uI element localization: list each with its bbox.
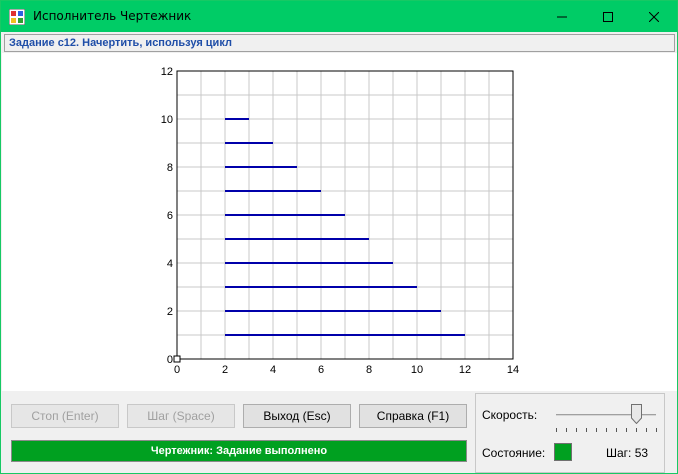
y-tick-label: 12: [161, 66, 173, 78]
slider-tick: [556, 428, 557, 432]
minimize-button[interactable]: [539, 1, 585, 32]
x-tick-label: 14: [507, 364, 519, 376]
state-indicator: [554, 443, 572, 461]
slider-tick: [656, 428, 657, 432]
maximize-icon: [603, 11, 613, 22]
slider-tick: [576, 428, 577, 432]
x-tick-label: 10: [411, 364, 423, 376]
x-tick-label: 12: [459, 364, 471, 376]
slider-tick: [626, 428, 627, 432]
minimize-icon: [557, 16, 567, 17]
close-button[interactable]: [631, 1, 677, 32]
window-title: Исполнитель Чертежник: [33, 9, 192, 23]
app-window: Исполнитель Чертежник Задание с12. Начер…: [0, 0, 678, 474]
stop-button[interactable]: Стоп (Enter): [11, 404, 119, 428]
task-description: Задание с12. Начертить, используя цикл: [4, 34, 675, 52]
slider-tick: [636, 428, 637, 432]
x-tick-label: 6: [318, 364, 324, 376]
y-tick-label: 4: [167, 258, 173, 270]
x-tick-label: 4: [270, 364, 276, 376]
control-panel: Стоп (Enter) Шаг (Space) Выход (Esc) Спр…: [1, 391, 677, 473]
slider-tick: [646, 428, 647, 432]
y-tick-label: 0: [167, 354, 173, 366]
y-tick-label: 8: [167, 162, 173, 174]
step-counter: Шаг: 53: [606, 446, 649, 460]
x-tick-label: 2: [222, 364, 228, 376]
help-button[interactable]: Справка (F1): [359, 404, 467, 428]
state-label: Состояние:: [482, 446, 546, 460]
speed-slider-thumb[interactable]: [631, 404, 642, 424]
slider-tick: [566, 428, 567, 432]
title-bar[interactable]: Исполнитель Чертежник: [1, 1, 677, 32]
pen-marker: [173, 355, 181, 363]
slider-tick: [616, 428, 617, 432]
y-tick-label: 10: [161, 114, 173, 126]
step-button[interactable]: Шаг (Space): [127, 404, 235, 428]
status-message: Чертежник: Задание выполнено: [11, 440, 467, 462]
x-tick-label: 8: [366, 364, 372, 376]
slider-tick: [596, 428, 597, 432]
y-tick-label: 6: [167, 210, 173, 222]
speed-label: Скорость:: [482, 408, 538, 422]
slider-tick: [606, 428, 607, 432]
drawing-grid: 0 2 4 6 8 10 12 14 0 2 4 6 8 10 12: [161, 66, 519, 376]
slider-tick: [586, 428, 587, 432]
x-tick-label: 0: [174, 364, 180, 376]
drawing-canvas: 0 2 4 6 8 10 12 14 0 2 4 6 8 10 12: [2, 53, 677, 391]
settings-group: Скорость: Состояние: Шаг: 53: [475, 393, 665, 473]
y-tick-label: 2: [167, 306, 173, 318]
app-icon: [9, 9, 25, 25]
maximize-button[interactable]: [585, 1, 631, 32]
close-icon: [649, 11, 659, 22]
exit-button[interactable]: Выход (Esc): [243, 404, 351, 428]
